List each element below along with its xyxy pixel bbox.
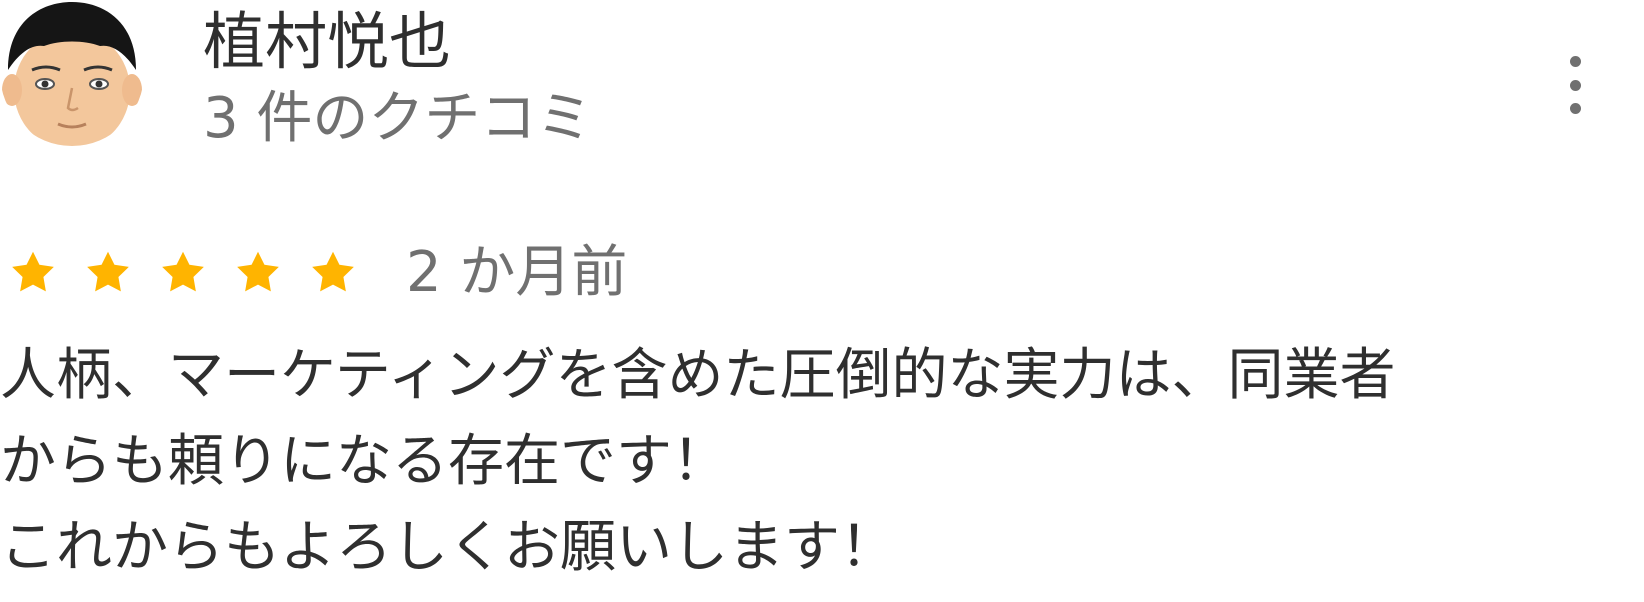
star-icon — [83, 248, 133, 298]
star-icon — [158, 248, 208, 298]
rating-row: 2 か月前 — [0, 238, 627, 308]
review-date: 2 か月前 — [406, 240, 628, 305]
more-vertical-icon — [1569, 79, 1581, 91]
review-line: からも頼りになる存在です！ — [0, 429, 728, 494]
avatar[interactable] — [0, 0, 144, 146]
star-icon — [8, 248, 58, 298]
more-vertical-icon — [1569, 103, 1581, 114]
more-vertical-icon — [1569, 56, 1581, 67]
reviewer-review-count[interactable]: 3 件のクチコミ — [203, 84, 592, 154]
more-options-button[interactable] — [1560, 50, 1590, 120]
review-text: 人柄、マーケティングを含めた圧倒的な実力は、同業者 からも頼りになる存在です！ … — [0, 333, 1644, 591]
avatar-face-icon — [0, 1, 144, 146]
reviewer-name[interactable]: 植村悦也 — [203, 4, 451, 80]
star-icon — [233, 248, 283, 298]
star-icon — [308, 248, 358, 298]
review-line: これからもよろしくお願いします！ — [0, 515, 896, 580]
star-rating — [0, 248, 358, 298]
review-line: 人柄、マーケティングを含めた圧倒的な実力は、同業者 — [0, 343, 1396, 408]
